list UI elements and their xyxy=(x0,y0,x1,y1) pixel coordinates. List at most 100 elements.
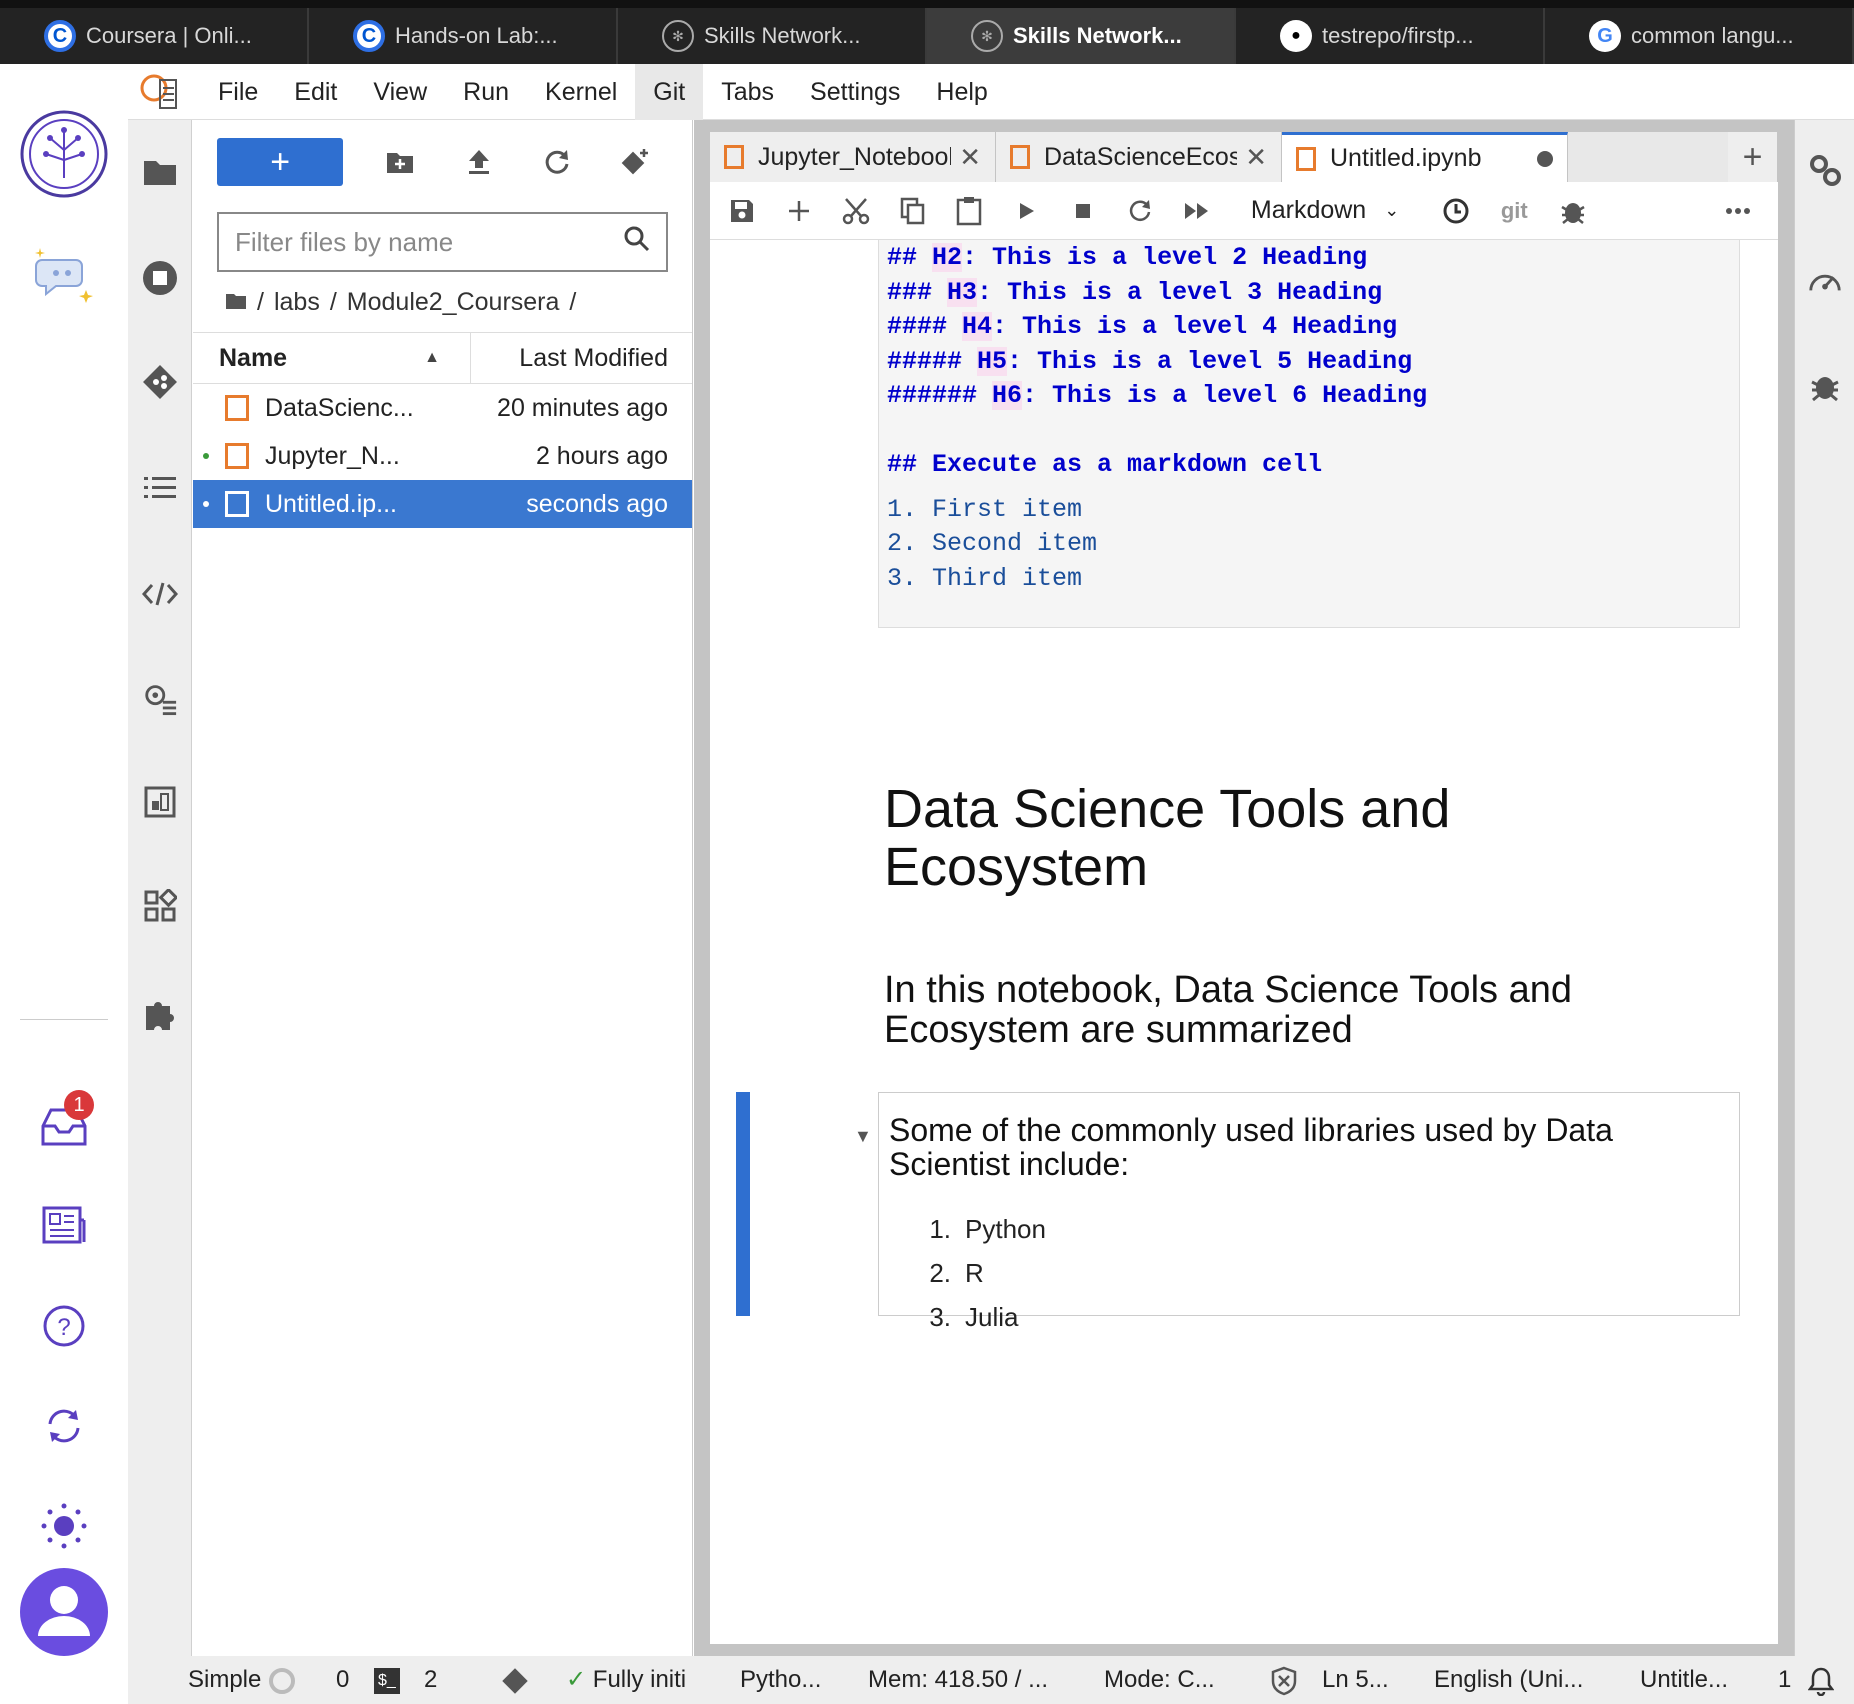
file-filter-input[interactable]: Filter files by name xyxy=(217,212,668,272)
git-icon[interactable] xyxy=(142,364,178,400)
menu-git[interactable]: Git xyxy=(635,63,704,120)
sync-icon[interactable] xyxy=(34,1396,94,1456)
user-avatar-icon[interactable] xyxy=(20,1568,108,1656)
stop-icon[interactable] xyxy=(1067,193,1100,229)
notification-bell-icon[interactable] xyxy=(1808,1656,1834,1704)
resource-gauge-icon[interactable] xyxy=(1807,262,1843,298)
modified-column-header[interactable]: Last Modified xyxy=(471,333,692,383)
menu-kernel[interactable]: Kernel xyxy=(527,64,635,120)
browser-tab[interactable]: ✻ Skills Network... xyxy=(927,8,1236,64)
current-file: Untitle... xyxy=(1640,1666,1729,1693)
help-icon[interactable]: ? xyxy=(34,1296,94,1356)
active-cell-indicator[interactable] xyxy=(736,1092,750,1316)
insert-cell-icon[interactable] xyxy=(783,193,816,229)
browser-tab[interactable]: ● testrepo/firstp... xyxy=(1236,8,1545,64)
news-icon[interactable] xyxy=(34,1196,94,1256)
git-clone-icon[interactable] xyxy=(614,138,656,186)
extension-manager-puzzle-icon[interactable] xyxy=(142,996,178,1032)
inbox-icon[interactable]: 1 xyxy=(34,1090,94,1156)
new-launcher-button[interactable]: + xyxy=(217,138,344,186)
new-folder-icon[interactable] xyxy=(379,138,421,186)
terminal-count[interactable]: 2 xyxy=(424,1656,437,1704)
simple-mode-toggle[interactable]: Simple xyxy=(188,1656,296,1704)
cursor-position[interactable]: Ln 5... xyxy=(1322,1656,1389,1704)
browser-tab[interactable]: C Coursera | Onli... xyxy=(0,8,309,64)
file-row[interactable]: DataScienc... 20 minutes ago xyxy=(193,384,692,432)
menu-run[interactable]: Run xyxy=(445,64,527,120)
google-icon: G xyxy=(1589,20,1621,52)
code-snippets-icon[interactable] xyxy=(142,576,178,612)
run-icon[interactable] xyxy=(1010,193,1043,229)
widgets-icon[interactable] xyxy=(142,888,178,924)
table-of-contents-icon[interactable] xyxy=(142,470,178,506)
git-status-icon[interactable] xyxy=(500,1656,530,1704)
restart-kernel-icon[interactable] xyxy=(1123,193,1156,229)
collapse-caret-icon[interactable]: ▼ xyxy=(854,1126,872,1147)
upload-icon[interactable] xyxy=(458,138,500,186)
document-tab[interactable]: DataScienceEcosyste ✕ xyxy=(996,132,1282,182)
menu-edit[interactable]: Edit xyxy=(276,64,355,120)
browser-tab-label: Hands-on Lab:... xyxy=(395,23,558,48)
ai-assistant-icon[interactable] xyxy=(34,244,94,304)
language-selector[interactable]: English (Uni... xyxy=(1434,1656,1583,1704)
menu-tabs[interactable]: Tabs xyxy=(703,64,792,120)
menu-file[interactable]: File xyxy=(200,64,276,120)
clock-history-icon[interactable] xyxy=(1439,193,1472,229)
document-tab[interactable]: Untitled.ipynb xyxy=(1282,132,1568,182)
more-options-icon[interactable] xyxy=(1721,193,1754,229)
document-tab-label: Untitled.ipynb xyxy=(1330,144,1482,172)
kernel-count[interactable]: 0 xyxy=(336,1656,349,1704)
breadcrumb-module2[interactable]: Module2_Coursera xyxy=(347,288,560,317)
fast-forward-icon[interactable] xyxy=(1180,193,1213,229)
cut-icon[interactable] xyxy=(840,193,873,229)
browser-tab[interactable]: ✻ Skills Network... xyxy=(618,8,927,64)
trusted-shield-icon[interactable] xyxy=(1270,1656,1298,1704)
execute-heading-line: ## Execute as a markdown cell xyxy=(887,450,1323,479)
heading-hashes: ## xyxy=(887,243,933,272)
document-tab[interactable]: Jupyter_Notebook.ip ✕ xyxy=(710,132,996,182)
folder-icon[interactable] xyxy=(142,154,178,190)
refresh-icon[interactable] xyxy=(536,138,578,186)
git-diff-button[interactable]: git xyxy=(1496,193,1532,229)
file-name: DataScienc... xyxy=(265,393,414,422)
list-text: R xyxy=(965,1258,984,1288)
unsaved-dot-icon[interactable] xyxy=(1537,150,1553,167)
active-markdown-cell[interactable]: Some of the commonly used libraries used… xyxy=(878,1092,1740,1332)
debugger-bug-icon[interactable] xyxy=(1807,368,1843,404)
copy-icon[interactable] xyxy=(896,193,929,229)
file-row[interactable]: Jupyter_N... 2 hours ago xyxy=(193,432,692,480)
close-icon[interactable]: ✕ xyxy=(959,142,981,173)
menu-view[interactable]: View xyxy=(355,64,445,120)
file-filter-placeholder: Filter files by name xyxy=(235,226,454,257)
cell-type-dropdown[interactable]: Markdown ⌄ xyxy=(1251,196,1399,225)
file-row[interactable]: Untitled.ip... seconds ago xyxy=(193,480,692,528)
menu-help[interactable]: Help xyxy=(918,64,1005,120)
breadcrumb-labs[interactable]: labs xyxy=(274,288,320,317)
jupyter-logo-icon xyxy=(138,70,182,114)
browser-tab[interactable]: Gcommon langu... xyxy=(1545,8,1854,64)
paste-icon[interactable] xyxy=(953,193,986,229)
save-icon[interactable] xyxy=(726,193,759,229)
terminal-icon[interactable]: $_ xyxy=(374,1656,400,1704)
breadcrumb-root[interactable]: / xyxy=(257,288,264,317)
debugger-bug-icon[interactable] xyxy=(1556,193,1589,229)
name-column-header[interactable]: Name ▲ xyxy=(193,333,471,383)
notification-count[interactable]: 1 xyxy=(1778,1656,1791,1704)
menu-settings[interactable]: Settings xyxy=(792,64,918,120)
markdown-editor-cell[interactable]: ## H2: This is a level 2 Heading ### H3: … xyxy=(878,240,1740,628)
markdown-heading-line: ##### H5: This is a level 5 Heading xyxy=(887,345,1731,380)
theme-sun-icon[interactable] xyxy=(34,1496,94,1556)
kernel-name[interactable]: Pytho... xyxy=(740,1656,821,1704)
kernel-status-text: Fully initi xyxy=(592,1666,687,1693)
browser-tab[interactable]: C Hands-on Lab:... xyxy=(309,8,618,64)
close-icon[interactable]: ✕ xyxy=(1245,142,1267,173)
property-inspector-icon[interactable] xyxy=(142,680,178,716)
folder-icon[interactable] xyxy=(225,288,247,317)
property-gears-icon[interactable] xyxy=(1807,152,1843,188)
sidebar-divider xyxy=(20,1019,108,1020)
extension-blocks-icon[interactable] xyxy=(142,784,178,820)
new-tab-plus-icon[interactable]: + xyxy=(1728,132,1778,182)
skills-network-logo-icon[interactable] xyxy=(20,110,108,198)
notebook-file-icon xyxy=(1010,145,1030,169)
running-kernels-icon[interactable] xyxy=(142,260,178,296)
